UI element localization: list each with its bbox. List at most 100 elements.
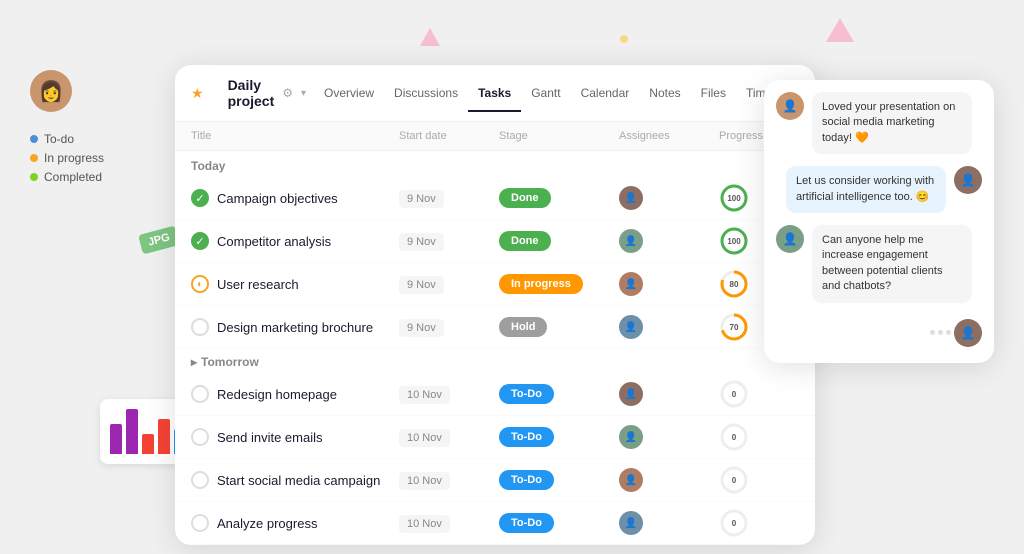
gear-icon[interactable]: ⚙ — [282, 86, 293, 100]
star-icon: ★ — [191, 85, 204, 102]
legend-dot — [30, 173, 38, 181]
table-row[interactable]: Send invite emails10 NovTo-Do👤 0 — [175, 416, 815, 459]
progress-circle: 70 — [719, 312, 749, 342]
task-date: 9 Nov — [399, 190, 444, 208]
main-card: ★ Daily project ⚙ ▾ OverviewDiscussionsT… — [175, 65, 815, 545]
assignee-avatar: 👤 — [619, 229, 643, 253]
bar — [158, 419, 170, 454]
chat-panel: 👤 Loved your presentation on social media… — [764, 80, 994, 363]
check-empty-icon — [191, 318, 209, 336]
progress-circle: 80 — [719, 269, 749, 299]
nav-tab-overview[interactable]: Overview — [314, 82, 384, 104]
legend-item: Completed — [30, 170, 180, 184]
chat-bubble: Can anyone help me increase engagement b… — [812, 225, 972, 303]
task-title: User research — [217, 277, 299, 292]
column-header: Assignees — [619, 130, 719, 142]
task-date: 9 Nov — [399, 276, 444, 294]
task-title: Redesign homepage — [217, 387, 337, 402]
assignee-avatar: 👤 — [619, 468, 643, 492]
decorative-triangle-1 — [420, 28, 440, 46]
check-empty-icon — [191, 428, 209, 446]
check-empty-icon — [191, 471, 209, 489]
topbar: ★ Daily project ⚙ ▾ OverviewDiscussionsT… — [175, 65, 815, 122]
task-date: 9 Nov — [399, 233, 444, 251]
table-row[interactable]: Analyze progress10 NovTo-Do👤 0 — [175, 502, 815, 545]
check-inprogress-icon: ◐ — [191, 275, 209, 293]
project-title: Daily project — [228, 77, 275, 109]
legend-item: In progress — [30, 151, 180, 165]
chevron-down-icon[interactable]: ▾ — [301, 88, 306, 99]
jpg-tag: JPG — [138, 225, 180, 254]
task-date: 10 Nov — [399, 429, 450, 447]
bar — [126, 409, 138, 454]
chat-avatar: 👤 — [776, 92, 804, 120]
nav-tab-files[interactable]: Files — [691, 82, 736, 104]
table-row[interactable]: ◐ User research 9 Nov In progress 👤 80 — [175, 263, 815, 306]
nav-tab-gantt[interactable]: Gantt — [521, 82, 570, 104]
task-date: 10 Nov — [399, 386, 450, 404]
typing-indicator: 👤 — [776, 315, 982, 351]
decorative-triangle-2 — [826, 18, 854, 42]
nav-tab-tasks[interactable]: Tasks — [468, 82, 521, 104]
table-header: TitleStart dateStageAssigneesProgress — [175, 122, 815, 151]
task-date: 10 Nov — [399, 472, 450, 490]
check-done-icon: ✓ — [191, 232, 209, 250]
stage-badge: In progress — [499, 274, 583, 294]
legend: To-do In progress Completed — [30, 132, 180, 184]
task-title: Competitor analysis — [217, 234, 331, 249]
stage-badge: To-Do — [499, 470, 554, 490]
nav-tab-notes[interactable]: Notes — [639, 82, 690, 104]
nav-tab-calendar[interactable]: Calendar — [571, 82, 640, 104]
table-row[interactable]: Start social media campaign10 NovTo-Do👤 … — [175, 459, 815, 502]
check-empty-icon — [191, 514, 209, 532]
legend-item: To-do — [30, 132, 180, 146]
check-empty-icon — [191, 385, 209, 403]
column-header: Start date — [399, 130, 499, 142]
task-date: 10 Nov — [399, 515, 450, 533]
typing-dot — [946, 330, 951, 335]
table-row[interactable]: Redesign homepage10 NovTo-Do👤 0 — [175, 373, 815, 416]
chat-bubble: Loved your presentation on social media … — [812, 92, 972, 154]
chevron-right-icon: ▸ — [191, 355, 197, 369]
bar — [142, 434, 154, 454]
stage-badge: To-Do — [499, 427, 554, 447]
column-header: Title — [191, 130, 399, 142]
assignee-avatar: 👤 — [619, 315, 643, 339]
typing-dot — [938, 330, 943, 335]
task-title: Analyze progress — [217, 516, 317, 531]
progress-circle: 0 — [719, 379, 749, 409]
left-panel: 👩 To-do In progress Completed — [30, 70, 180, 189]
assignee-avatar: 👤 — [619, 186, 643, 210]
chat-avatar: 👤 — [954, 319, 982, 347]
progress-circle: 100 — [719, 183, 749, 213]
task-title: Start social media campaign — [217, 473, 380, 488]
progress-circle: 0 — [719, 508, 749, 538]
chat-bubble: Let us consider working with artificial … — [786, 166, 946, 213]
today-tasks: ✓Campaign objectives9 NovDone👤 100 ✓Comp… — [175, 177, 815, 349]
assignee-avatar: 👤 — [619, 511, 643, 535]
progress-circle: 0 — [719, 465, 749, 495]
tomorrow-section-label: ▸ Tomorrow — [175, 349, 815, 373]
task-date: 9 Nov — [399, 319, 444, 337]
table-row[interactable]: ✓Campaign objectives9 NovDone👤 100 — [175, 177, 815, 220]
table-row[interactable]: ✓Competitor analysis9 NovDone👤 100 — [175, 220, 815, 263]
table-row[interactable]: Design marketing brochure9 NovHold👤 70 — [175, 306, 815, 349]
task-title: Design marketing brochure — [217, 320, 373, 335]
column-header: Stage — [499, 130, 619, 142]
nav-tab-discussions[interactable]: Discussions — [384, 82, 468, 104]
tomorrow-tasks: Redesign homepage 10 Nov To-Do 👤 0 Send inv… — [175, 373, 815, 545]
bar — [110, 424, 122, 454]
check-done-icon: ✓ — [191, 189, 209, 207]
chat-message: 👤 Let us consider working with artificial… — [776, 166, 982, 213]
task-title: Send invite emails — [217, 430, 323, 445]
assignee-avatar: 👤 — [619, 382, 643, 406]
decorative-dot — [620, 35, 628, 43]
user-avatar: 👩 — [30, 70, 72, 112]
nav-tabs: OverviewDiscussionsTasksGanttCalendarNot… — [314, 82, 782, 104]
chat-avatar: 👤 — [954, 166, 982, 194]
legend-dot — [30, 154, 38, 162]
stage-badge: Done — [499, 188, 551, 208]
assignee-avatar: 👤 — [619, 272, 643, 296]
progress-circle: 100 — [719, 226, 749, 256]
typing-dot — [930, 330, 935, 335]
